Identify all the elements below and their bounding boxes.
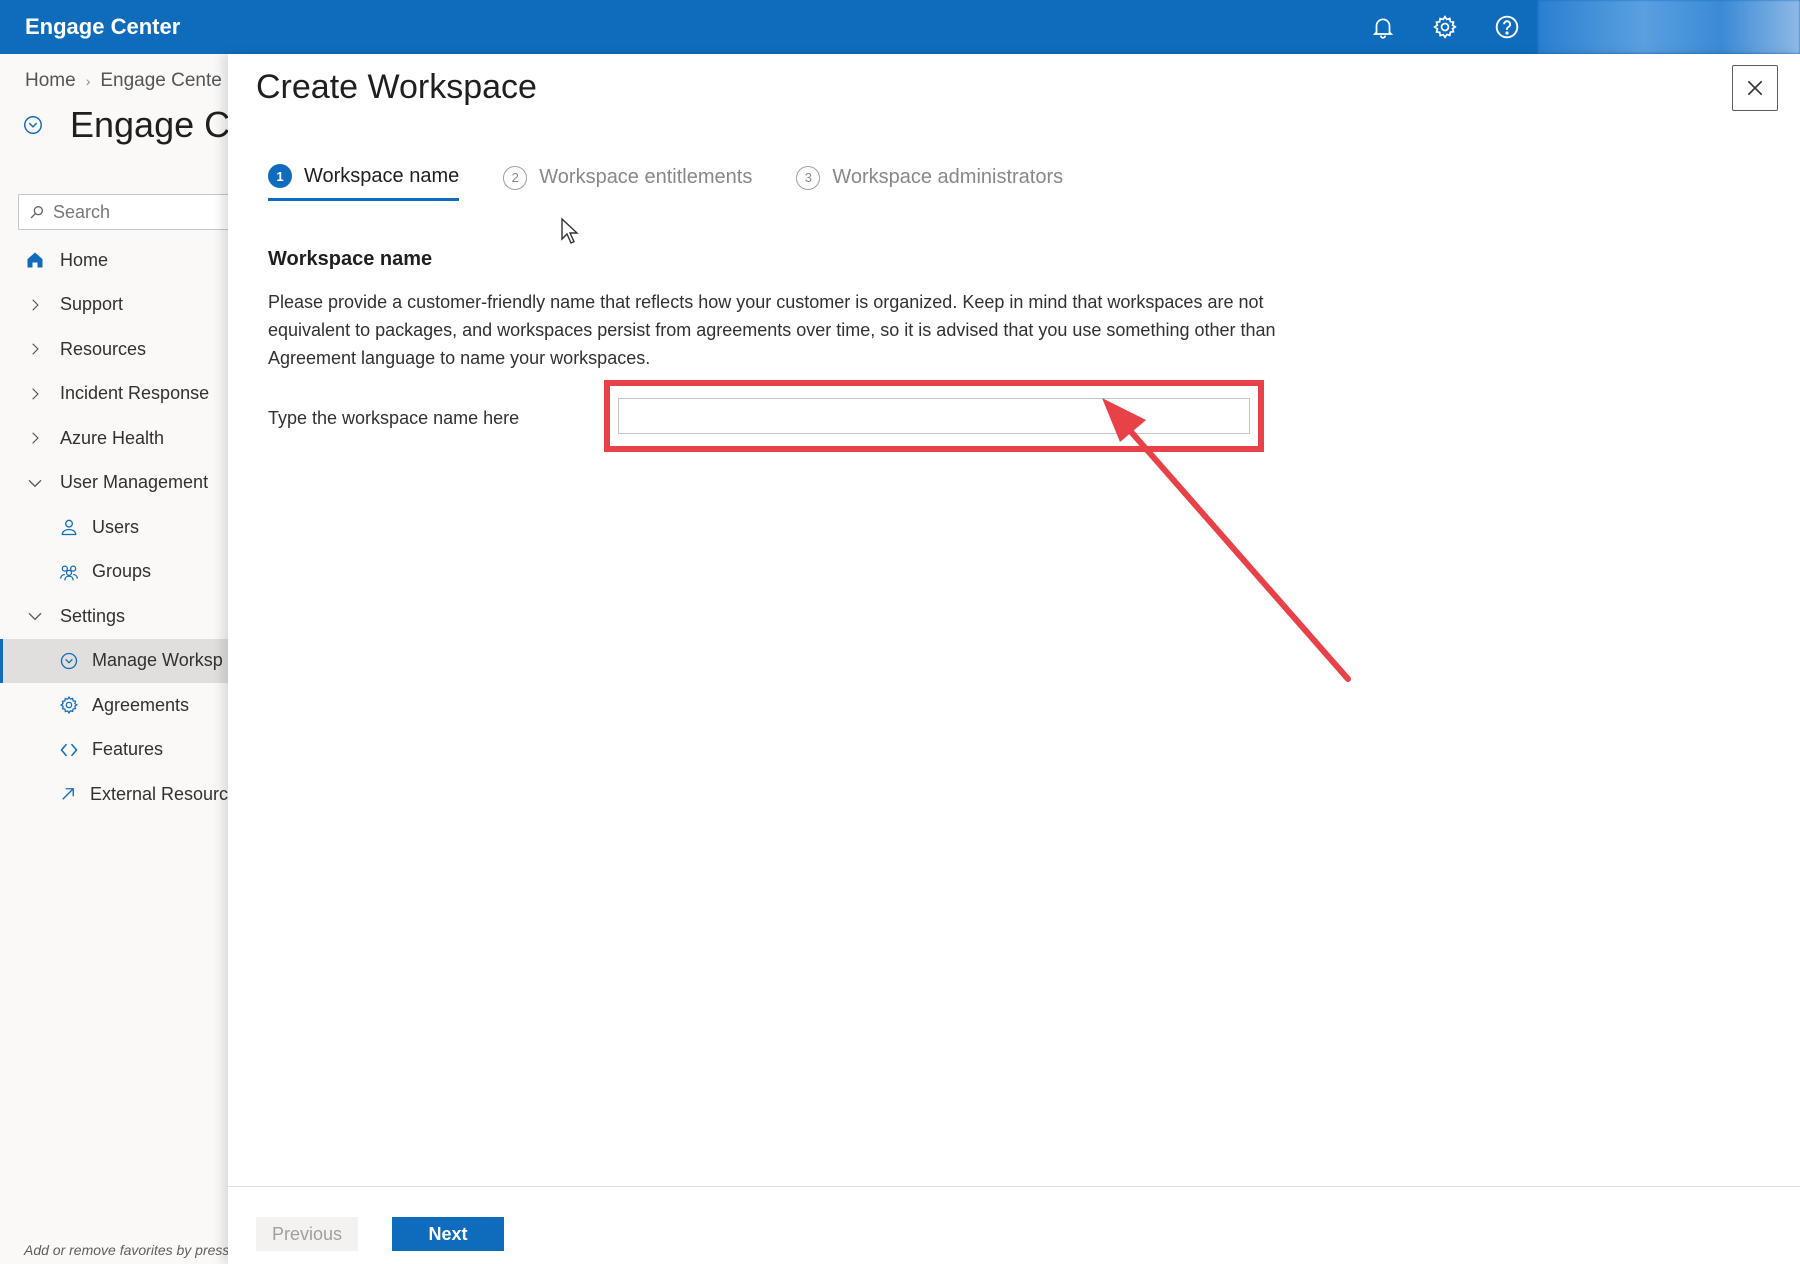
workspace-icon — [56, 650, 82, 672]
top-bar: Engage Center — [0, 0, 1800, 54]
section-description: Please provide a customer-friendly name … — [268, 292, 1276, 368]
gear-icon[interactable] — [1414, 0, 1476, 54]
gear-icon — [56, 694, 82, 716]
sidebar-item-label: Users — [92, 516, 140, 537]
tab-workspace-entitlements[interactable]: 2 Workspace entitlements — [503, 164, 752, 201]
chevron-right-icon — [22, 338, 48, 360]
workspace-icon — [24, 116, 42, 134]
background-page: Home › Engage Cente Engage Ce Search Hom… — [0, 54, 228, 1264]
breadcrumb: Home › Engage Cente — [25, 70, 222, 92]
sidebar-item-agreements[interactable]: Agreements — [0, 683, 228, 728]
search-icon — [30, 206, 43, 219]
blade-title: Create Workspace — [256, 68, 537, 106]
sidebar-item-label: Agreements — [92, 694, 190, 715]
tab-workspace-administrators[interactable]: 3 Workspace administrators — [796, 164, 1063, 201]
page-title: Engage Ce — [70, 104, 228, 145]
sidebar-item-features[interactable]: Features — [0, 728, 228, 773]
home-icon — [22, 249, 48, 271]
help-icon[interactable] — [1476, 0, 1538, 54]
sidebar-nav: Home Support Resources Incident Response… — [0, 238, 228, 817]
sidebar-item-label: Azure Health — [60, 427, 165, 448]
features-icon — [56, 739, 82, 761]
sidebar-item-label: Features — [92, 739, 164, 760]
next-button[interactable]: Next — [392, 1217, 504, 1251]
user-icon — [56, 516, 82, 538]
sidebar-item-resources[interactable]: Resources — [0, 327, 228, 372]
step-number: 2 — [503, 165, 528, 190]
chevron-down-icon — [22, 605, 48, 627]
sidebar-item-label: Groups — [92, 561, 152, 582]
sidebar-item-external-resources[interactable]: External Resourc — [0, 772, 228, 817]
wizard-steps: 1 Workspace name 2 Workspace entitlement… — [268, 164, 1063, 201]
step-number: 1 — [268, 164, 292, 188]
annotation-arrow — [1102, 398, 1351, 682]
breadcrumb-separator-icon: › — [85, 73, 91, 89]
annotation-highlight-box — [604, 380, 1264, 452]
account-avatar-blurred[interactable] — [1538, 0, 1800, 54]
sidebar-item-support[interactable]: Support — [0, 283, 228, 328]
breadcrumb-engage-center[interactable]: Engage Cente — [100, 70, 222, 92]
sidebar-item-incident-response[interactable]: Incident Response — [0, 372, 228, 417]
sidebar-item-label: Manage Worksp — [92, 650, 223, 671]
sidebar-item-label: Resources — [60, 338, 147, 359]
step-label: Workspace entitlements — [539, 166, 753, 188]
tab-workspace-name[interactable]: 1 Workspace name — [268, 164, 460, 201]
step-label: Workspace administrators — [832, 166, 1064, 188]
blade-footer: Previous Next — [228, 1186, 1800, 1264]
sidebar-item-user-management[interactable]: User Management — [0, 461, 228, 506]
background-page-title: Engage Ce — [22, 104, 228, 146]
chevron-right-icon — [22, 383, 48, 405]
step-label: Workspace name — [304, 164, 460, 187]
app-title[interactable]: Engage Center — [25, 14, 180, 40]
section-heading: Workspace name — [268, 248, 433, 270]
previous-button[interactable]: Previous — [256, 1217, 358, 1251]
sidebar-item-users[interactable]: Users — [0, 505, 228, 550]
group-icon — [56, 561, 82, 583]
sidebar-item-azure-health[interactable]: Azure Health — [0, 416, 228, 461]
sidebar-item-label: Incident Response — [60, 383, 210, 404]
close-button[interactable] — [1732, 65, 1778, 111]
sidebar-item-label: Support — [60, 294, 124, 315]
chevron-right-icon — [22, 294, 48, 316]
sidebar-item-groups[interactable]: Groups — [0, 550, 228, 595]
sidebar-item-home[interactable]: Home — [0, 238, 228, 283]
top-bar-actions — [1352, 0, 1800, 54]
breadcrumb-home[interactable]: Home — [25, 70, 76, 92]
chevron-down-icon — [22, 472, 48, 494]
chevron-right-icon — [22, 427, 48, 449]
sidebar-item-settings[interactable]: Settings — [0, 594, 228, 639]
step-number: 3 — [796, 165, 821, 190]
close-icon — [1747, 80, 1763, 96]
sidebar-item-label: Home — [60, 249, 109, 270]
mouse-cursor-icon — [561, 217, 579, 244]
search-input[interactable]: Search — [18, 194, 228, 230]
create-workspace-blade: Create Workspace 1 Workspace name 2 Work… — [228, 54, 1800, 1264]
external-link-icon — [56, 783, 80, 805]
sidebar-item-label: Settings — [60, 605, 126, 626]
bell-icon[interactable] — [1352, 0, 1414, 54]
sidebar-item-manage-workspaces[interactable]: Manage Worksp — [0, 638, 228, 683]
workspace-name-label: Type the workspace name here — [268, 408, 520, 428]
favorites-note: Add or remove favorites by pressi — [24, 1242, 228, 1258]
sidebar-item-label: External Resourc — [89, 783, 228, 804]
search-placeholder: Search — [53, 201, 111, 222]
sidebar-item-label: User Management — [60, 472, 209, 493]
